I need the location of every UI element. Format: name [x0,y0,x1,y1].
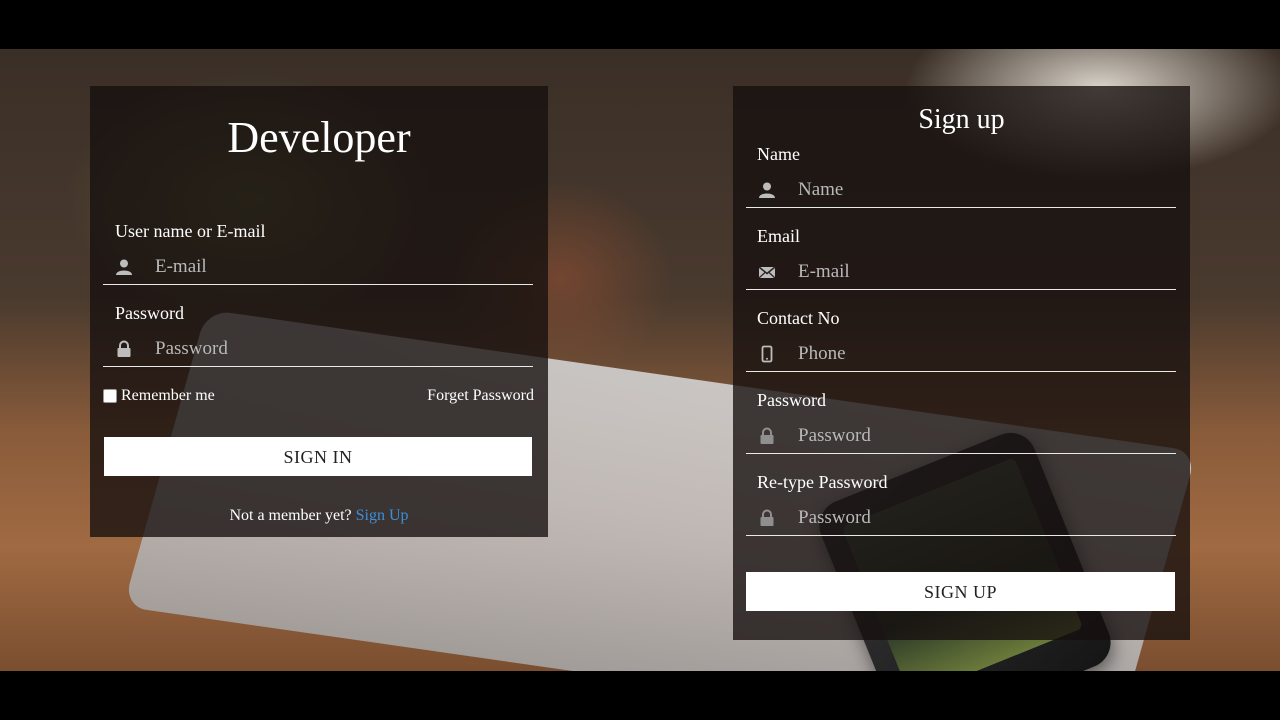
email-field [746,255,1176,290]
username-field [103,250,533,285]
signup-password-input[interactable] [798,419,1176,452]
username-label: User name or E-mail [115,221,266,241]
login-panel: Developer User name or E-mail Password R… [90,86,548,537]
phone-icon [758,345,776,363]
sign-up-link[interactable]: Sign Up [356,507,409,524]
envelope-icon [758,263,776,281]
retype-password-label: Re-type Password [757,472,888,492]
name-label: Name [757,144,800,164]
remember-me[interactable]: Remember me [103,387,215,405]
username-input[interactable] [155,250,533,283]
signup-password-field [746,419,1176,454]
user-icon [115,258,133,276]
signup-panel: Sign up Name Email Contact No Password R… [733,86,1190,640]
not-member-text: Not a member yet? [229,507,352,524]
user-icon [758,181,776,199]
sign-in-button[interactable]: SIGN IN [104,437,532,476]
phone-input[interactable] [798,337,1176,370]
login-title: Developer [227,113,411,162]
password-field [103,332,533,367]
phone-field [746,337,1176,372]
remember-checkbox[interactable] [103,389,117,403]
retype-password-field [746,501,1176,536]
forget-password-link[interactable]: Forget Password [427,387,534,405]
email-label: Email [757,226,800,246]
password-label: Password [115,303,185,323]
email-input[interactable] [798,255,1176,288]
retype-password-input[interactable] [798,501,1176,534]
contact-label: Contact No [757,308,840,328]
lock-icon [115,340,133,358]
name-field [746,173,1176,208]
signup-prompt: Not a member yet? Sign Up [90,507,548,525]
sign-up-button[interactable]: SIGN UP [746,572,1175,611]
name-input[interactable] [798,173,1176,206]
remember-label: Remember me [121,387,215,404]
signup-title: Sign up [918,104,1005,135]
lock-icon [758,427,776,445]
lock-icon [758,509,776,527]
password-input[interactable] [155,332,533,365]
signup-password-label: Password [757,390,827,410]
